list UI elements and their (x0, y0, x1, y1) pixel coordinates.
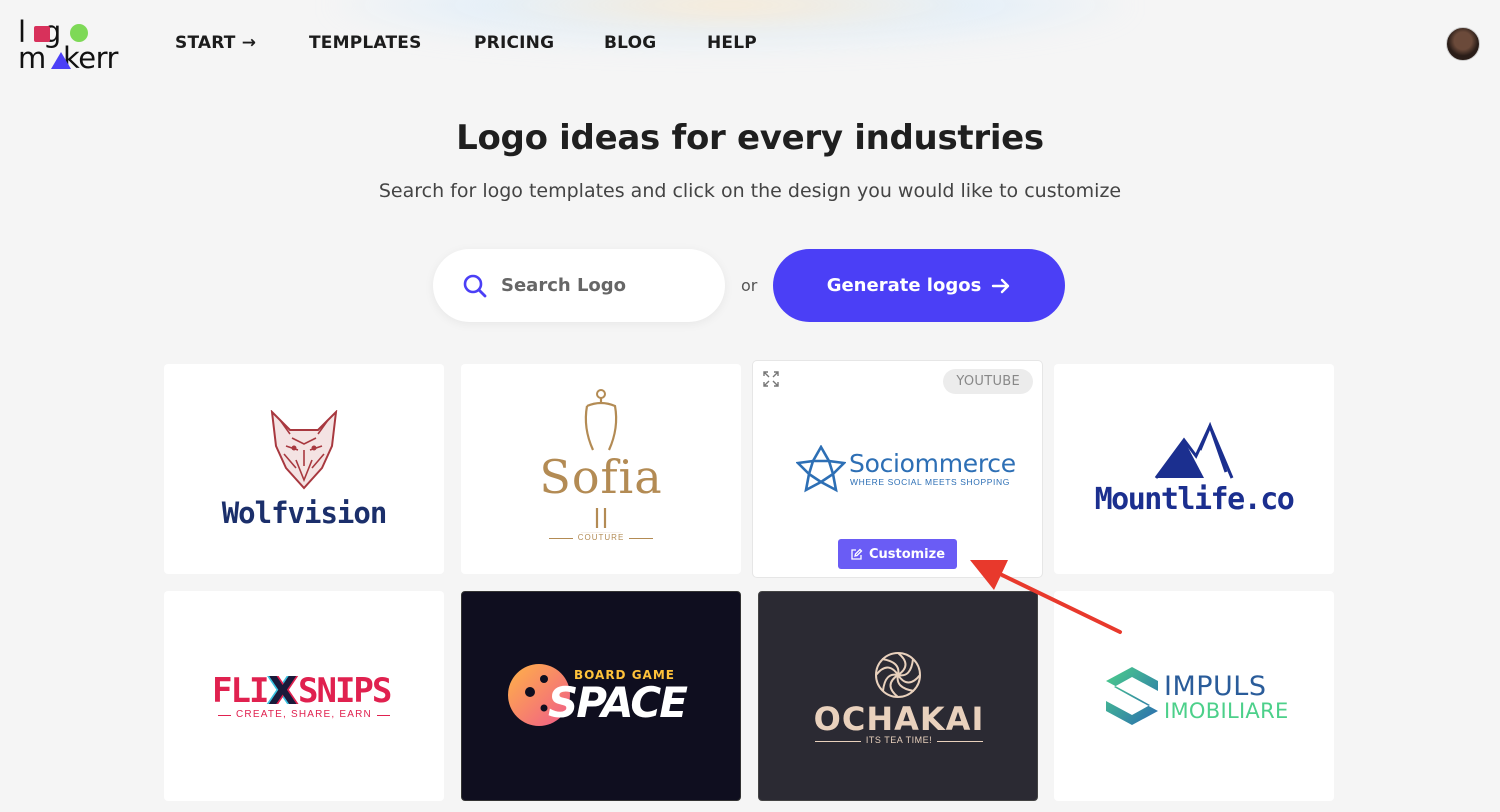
generate-logos-button[interactable]: Generate logos (773, 249, 1065, 322)
card-subtitle: IMOBILIARE (1164, 699, 1289, 723)
nav-blog[interactable]: BLOG (604, 33, 656, 53)
card-title: OCHAKAI (813, 700, 985, 738)
logo-card-ochakai[interactable]: OCHAKAI ITS TEA TIME! (758, 591, 1038, 801)
logo-card-sociommerce[interactable]: YOUTUBE Sociommerce WHERE SOCIAL MEETS S… (753, 361, 1042, 577)
card-title-part-1: FLI (212, 671, 269, 711)
card-tagline: ITS TEA TIME! (759, 735, 1037, 745)
edit-icon (851, 548, 863, 560)
card-title: Sociommerce (849, 449, 1016, 478)
card-title: SPACE (548, 678, 688, 727)
card-tagline: CREATE, SHARE, EARN (164, 709, 444, 720)
card-title: Mountlife.co (1094, 482, 1295, 517)
category-badge: YOUTUBE (943, 369, 1033, 394)
nav-help[interactable]: HELP (707, 33, 757, 53)
nav-pricing[interactable]: PRICING (474, 33, 554, 53)
expand-icon[interactable] (762, 370, 780, 388)
swirl-icon (875, 652, 921, 698)
nav-templates[interactable]: TEMPLATES (309, 33, 422, 53)
logo-card-mountlife[interactable]: Mountlife.co (1054, 364, 1334, 574)
card-title-part-2: X (268, 669, 298, 713)
card-title: Sofia (539, 450, 663, 504)
customize-label: Customize (868, 546, 946, 562)
generate-logos-label: Generate logos (826, 275, 982, 296)
search-box[interactable] (433, 249, 725, 322)
arrow-right-icon (992, 278, 1010, 293)
logo-card-flixsnips[interactable]: FLI X SNIPS CREATE, SHARE, EARN (164, 591, 444, 801)
search-icon (463, 274, 487, 297)
logo-square-shape (34, 26, 50, 42)
wolf-icon (270, 410, 338, 490)
impuls-s-icon (1106, 667, 1158, 725)
mountain-icon (1154, 422, 1234, 479)
logo-card-sofia[interactable]: Sofia COUTURE (461, 364, 741, 574)
card-title: Wolfvision (221, 496, 388, 530)
logo-dot-shape (70, 24, 88, 42)
logo-triangle-shape (51, 52, 71, 69)
user-avatar[interactable] (1446, 27, 1480, 61)
logo-card-impuls[interactable]: IMPULS IMOBILIARE (1054, 591, 1334, 801)
logo-card-space[interactable]: BOARD GAME SPACE (461, 591, 741, 801)
card-tagline: COUTURE (461, 533, 741, 542)
page-subtitle: Search for logo templates and click on t… (378, 180, 1122, 202)
logo-card-wolfvision[interactable]: Wolfvision (164, 364, 444, 574)
card-title-part-3: SNIPS (298, 671, 392, 711)
logomakerr-logo[interactable]: logo makerr (18, 18, 128, 74)
nav-start[interactable]: START → (175, 33, 256, 53)
card-tagline: WHERE SOCIAL MEETS SHOPPING (850, 477, 1010, 487)
customize-button[interactable]: Customize (838, 539, 957, 569)
sociommerce-icon (796, 445, 846, 493)
or-label: or (741, 276, 758, 295)
page-title: Logo ideas for every industries (456, 118, 1044, 158)
card-title: IMPULS (1164, 671, 1267, 702)
search-input[interactable] (501, 275, 701, 296)
